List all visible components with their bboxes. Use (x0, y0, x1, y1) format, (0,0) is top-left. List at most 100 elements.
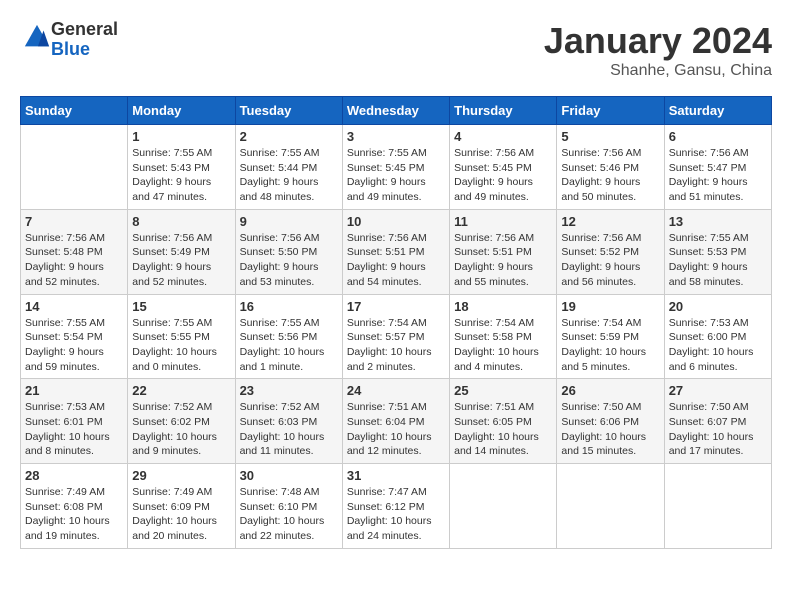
day-number: 16 (240, 299, 338, 314)
weekday-header-thursday: Thursday (450, 97, 557, 125)
calendar-cell: 9 Sunrise: 7:56 AMSunset: 5:50 PMDaylight… (235, 209, 342, 294)
day-info: Sunrise: 7:55 AMSunset: 5:43 PMDaylight:… (132, 146, 230, 205)
calendar-cell: 16 Sunrise: 7:55 AMSunset: 5:56 PMDayligh… (235, 294, 342, 379)
calendar-cell: 12 Sunrise: 7:56 AMSunset: 5:52 PMDayligh… (557, 209, 664, 294)
day-info: Sunrise: 7:51 AMSunset: 6:05 PMDaylight:… (454, 400, 552, 459)
day-number: 25 (454, 383, 552, 398)
calendar-cell: 11 Sunrise: 7:56 AMSunset: 5:51 PMDayligh… (450, 209, 557, 294)
day-number: 22 (132, 383, 230, 398)
day-info: Sunrise: 7:56 AMSunset: 5:50 PMDaylight:… (240, 231, 338, 290)
day-number: 13 (669, 214, 767, 229)
day-info: Sunrise: 7:54 AMSunset: 5:58 PMDaylight:… (454, 316, 552, 375)
weekday-header-monday: Monday (128, 97, 235, 125)
calendar-cell: 6 Sunrise: 7:56 AMSunset: 5:47 PMDaylight… (664, 125, 771, 210)
day-number: 21 (25, 383, 123, 398)
calendar-cell: 30Sunrise: 7:48 AMSunset: 6:10 PMDayligh… (235, 464, 342, 549)
day-number: 8 (132, 214, 230, 229)
calendar-cell: 5 Sunrise: 7:56 AMSunset: 5:46 PMDaylight… (557, 125, 664, 210)
calendar-cell: 29Sunrise: 7:49 AMSunset: 6:09 PMDayligh… (128, 464, 235, 549)
day-info: Sunrise: 7:56 AMSunset: 5:45 PMDaylight:… (454, 146, 552, 205)
calendar-cell: 14 Sunrise: 7:55 AMSunset: 5:54 PMDayligh… (21, 294, 128, 379)
calendar-cell: 15 Sunrise: 7:55 AMSunset: 5:55 PMDayligh… (128, 294, 235, 379)
logo-text: General Blue (51, 20, 118, 60)
day-info: Sunrise: 7:54 AMSunset: 5:57 PMDaylight:… (347, 316, 445, 375)
day-number: 31 (347, 468, 445, 483)
day-info: Sunrise: 7:56 AMSunset: 5:52 PMDaylight:… (561, 231, 659, 290)
day-info: Sunrise: 7:48 AMSunset: 6:10 PMDaylight:… (240, 485, 338, 544)
calendar-cell: 26 Sunrise: 7:50 AMSunset: 6:06 PMDayligh… (557, 379, 664, 464)
day-info: Sunrise: 7:50 AMSunset: 6:06 PMDaylight:… (561, 400, 659, 459)
calendar-cell: 2 Sunrise: 7:55 AMSunset: 5:44 PMDaylight… (235, 125, 342, 210)
day-info: Sunrise: 7:55 AMSunset: 5:55 PMDaylight:… (132, 316, 230, 375)
calendar-cell: 20 Sunrise: 7:53 AMSunset: 6:00 PMDayligh… (664, 294, 771, 379)
calendar-cell: 18 Sunrise: 7:54 AMSunset: 5:58 PMDayligh… (450, 294, 557, 379)
day-number: 15 (132, 299, 230, 314)
day-number: 6 (669, 129, 767, 144)
day-info: Sunrise: 7:49 AMSunset: 6:08 PMDaylight:… (25, 485, 123, 544)
day-number: 23 (240, 383, 338, 398)
day-number: 14 (25, 299, 123, 314)
day-number: 20 (669, 299, 767, 314)
day-info: Sunrise: 7:54 AMSunset: 5:59 PMDaylight:… (561, 316, 659, 375)
day-info: Sunrise: 7:52 AMSunset: 6:03 PMDaylight:… (240, 400, 338, 459)
day-info: Sunrise: 7:56 AMSunset: 5:47 PMDaylight:… (669, 146, 767, 205)
weekday-header-saturday: Saturday (664, 97, 771, 125)
location-title: Shanhe, Gansu, China (544, 62, 772, 80)
calendar-cell: 1 Sunrise: 7:55 AMSunset: 5:43 PMDaylight… (128, 125, 235, 210)
weekday-header-sunday: Sunday (21, 97, 128, 125)
weekday-header-friday: Friday (557, 97, 664, 125)
calendar-cell: 3Sunrise: 7:55 AMSunset: 5:45 PMDaylight… (342, 125, 449, 210)
day-number: 27 (669, 383, 767, 398)
day-number: 28 (25, 468, 123, 483)
day-number: 17 (347, 299, 445, 314)
day-info: Sunrise: 7:53 AMSunset: 6:00 PMDaylight:… (669, 316, 767, 375)
day-number: 26 (561, 383, 659, 398)
day-info: Sunrise: 7:56 AMSunset: 5:51 PMDaylight:… (347, 231, 445, 290)
calendar-cell: 10 Sunrise: 7:56 AMSunset: 5:51 PMDayligh… (342, 209, 449, 294)
day-number: 5 (561, 129, 659, 144)
day-info: Sunrise: 7:56 AMSunset: 5:48 PMDaylight:… (25, 231, 123, 290)
day-info: Sunrise: 7:56 AMSunset: 5:49 PMDaylight:… (132, 231, 230, 290)
day-number: 19 (561, 299, 659, 314)
page-header: General Blue January 2024 Shanhe, Gansu,… (20, 20, 772, 80)
calendar-cell (664, 464, 771, 549)
day-info: Sunrise: 7:55 AMSunset: 5:53 PMDaylight:… (669, 231, 767, 290)
title-block: January 2024 Shanhe, Gansu, China (544, 20, 772, 80)
calendar-cell (557, 464, 664, 549)
day-number: 18 (454, 299, 552, 314)
day-info: Sunrise: 7:55 AMSunset: 5:56 PMDaylight:… (240, 316, 338, 375)
day-info: Sunrise: 7:52 AMSunset: 6:02 PMDaylight:… (132, 400, 230, 459)
calendar-cell: 17 Sunrise: 7:54 AMSunset: 5:57 PMDayligh… (342, 294, 449, 379)
calendar-cell: 31 Sunrise: 7:47 AMSunset: 6:12 PMDayligh… (342, 464, 449, 549)
day-info: Sunrise: 7:55 AMSunset: 5:44 PMDaylight:… (240, 146, 338, 205)
day-info: Sunrise: 7:50 AMSunset: 6:07 PMDaylight:… (669, 400, 767, 459)
day-number: 10 (347, 214, 445, 229)
day-number: 9 (240, 214, 338, 229)
logo: General Blue (20, 20, 118, 60)
day-number: 1 (132, 129, 230, 144)
day-number: 7 (25, 214, 123, 229)
calendar-cell: 13 Sunrise: 7:55 AMSunset: 5:53 PMDayligh… (664, 209, 771, 294)
day-info: Sunrise: 7:47 AMSunset: 6:12 PMDaylight:… (347, 485, 445, 544)
calendar-cell: 23 Sunrise: 7:52 AMSunset: 6:03 PMDayligh… (235, 379, 342, 464)
day-info: Sunrise: 7:56 AMSunset: 5:46 PMDaylight:… (561, 146, 659, 205)
day-number: 3 (347, 129, 445, 144)
calendar-table: SundayMondayTuesdayWednesdayThursdayFrid… (20, 96, 772, 549)
day-info: Sunrise: 7:56 AMSunset: 5:51 PMDaylight:… (454, 231, 552, 290)
calendar-cell: 21Sunrise: 7:53 AMSunset: 6:01 PMDayligh… (21, 379, 128, 464)
calendar-cell: 8 Sunrise: 7:56 AMSunset: 5:49 PMDaylight… (128, 209, 235, 294)
day-number: 4 (454, 129, 552, 144)
calendar-cell: 19 Sunrise: 7:54 AMSunset: 5:59 PMDayligh… (557, 294, 664, 379)
month-title: January 2024 (544, 20, 772, 62)
day-number: 2 (240, 129, 338, 144)
calendar-cell: 7 Sunrise: 7:56 AMSunset: 5:48 PMDaylight… (21, 209, 128, 294)
calendar-cell: 25 Sunrise: 7:51 AMSunset: 6:05 PMDayligh… (450, 379, 557, 464)
day-number: 11 (454, 214, 552, 229)
weekday-header-tuesday: Tuesday (235, 97, 342, 125)
calendar-cell (450, 464, 557, 549)
calendar-cell: 24Sunrise: 7:51 AMSunset: 6:04 PMDayligh… (342, 379, 449, 464)
day-number: 12 (561, 214, 659, 229)
day-number: 24 (347, 383, 445, 398)
day-info: Sunrise: 7:55 AMSunset: 5:54 PMDaylight:… (25, 316, 123, 375)
calendar-cell (21, 125, 128, 210)
